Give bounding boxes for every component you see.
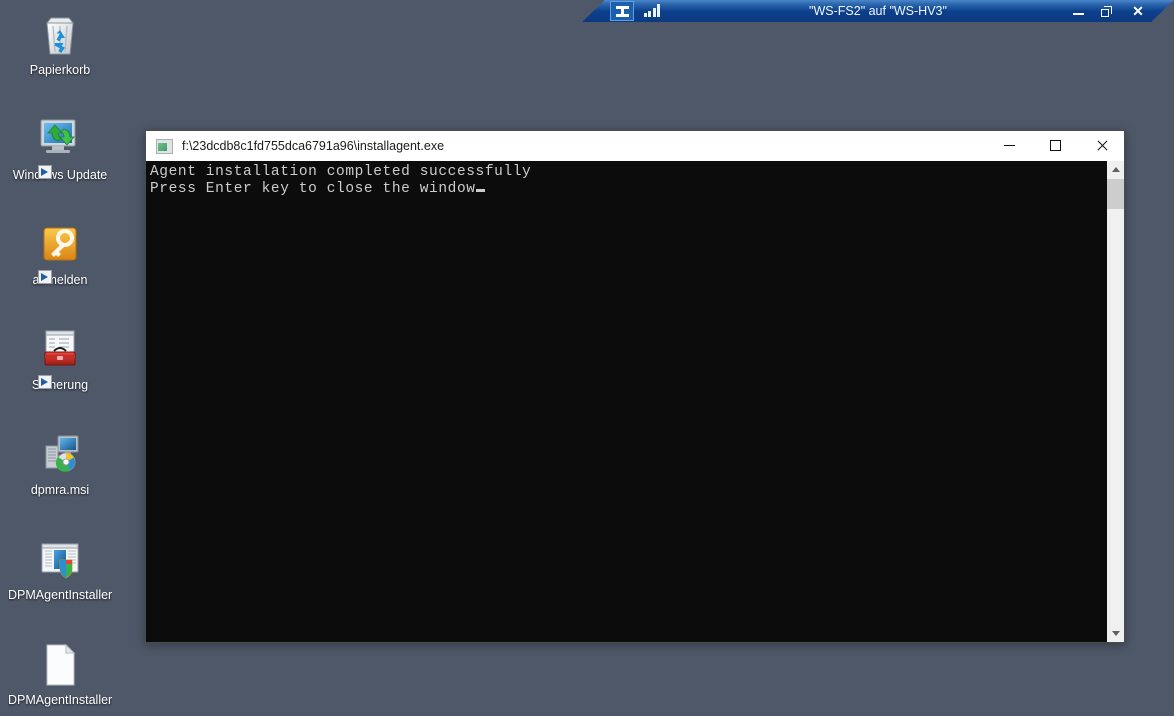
recycle-bin-icon [8, 8, 112, 58]
shortcut-overlay-icon [38, 165, 52, 179]
msi-installer-icon [8, 428, 112, 478]
console-minimize-button[interactable] [987, 131, 1032, 160]
desktop-icon-label: DPMAgentInstaller... [8, 588, 112, 602]
desktop-icon-papierkorb[interactable]: Papierkorb [8, 8, 112, 78]
pin-icon[interactable] [610, 1, 634, 21]
console-close-button[interactable] [1079, 131, 1124, 160]
console-window-icon [156, 138, 173, 154]
shortcut-overlay-icon [38, 270, 52, 284]
connection-bar-close-button[interactable]: ✕ [1124, 0, 1152, 22]
desktop-icon-label: abmelden [32, 273, 88, 287]
connection-bar-minimize-button[interactable] [1064, 0, 1092, 22]
toolbox-backup-icon [8, 323, 112, 389]
blank-document-icon [8, 638, 112, 688]
console-cursor [475, 189, 485, 192]
desktop-icon-label: Sicherung [31, 378, 89, 392]
desktop-icon-windows-update[interactable]: Windows Update [8, 113, 112, 183]
console-maximize-button[interactable] [1033, 131, 1078, 160]
desktop-icon-dpmagentinstaller-exe[interactable]: DPMAgentInstaller... [8, 533, 112, 603]
shield-application-icon [8, 533, 112, 583]
desktop-icon-label: dpmra.msi [30, 483, 90, 497]
scroll-up-icon[interactable] [1107, 161, 1124, 178]
console-output-text: Agent installation completed successfull… [150, 164, 1102, 198]
desktop-icon-dpmagentinstaller-log[interactable]: DPMAgentInstaller... [8, 638, 112, 708]
connection-bar-restore-button[interactable] [1092, 0, 1120, 22]
console-line-2: Press Enter key to close the window [150, 181, 476, 197]
console-window[interactable]: f:\23dcdb8c1fd755dca6791a96\installagent… [145, 130, 1125, 643]
desktop-icon-abmelden[interactable]: abmelden [8, 218, 112, 288]
desktop-icon-sicherung[interactable]: Sicherung [8, 323, 112, 393]
windows-update-icon [8, 113, 112, 179]
console-output-area[interactable]: Agent installation completed successfull… [146, 161, 1124, 642]
scrollbar-thumb[interactable] [1107, 179, 1124, 209]
console-title-bar[interactable]: f:\23dcdb8c1fd755dca6791a96\installagent… [146, 131, 1124, 161]
desktop-icon-label: Papierkorb [29, 63, 91, 77]
console-scrollbar[interactable] [1106, 161, 1124, 642]
desktop-icon-label: Windows Update [12, 168, 108, 182]
vm-connection-bar[interactable]: "WS-FS2" auf "WS-HV3" ✕ [582, 0, 1174, 22]
shortcut-overlay-icon [38, 375, 52, 389]
console-window-title: f:\23dcdb8c1fd755dca6791a96\installagent… [182, 139, 445, 153]
desktop-icon-label: DPMAgentInstaller... [8, 693, 112, 707]
screen: Papierkorb Windows Update abmelden Siche… [0, 0, 1174, 716]
console-line-1: Agent installation completed successfull… [150, 164, 532, 180]
desktop-icon-dpmra-msi[interactable]: dpmra.msi [8, 428, 112, 498]
key-icon [8, 218, 112, 284]
signal-bars-icon [644, 4, 660, 17]
scroll-down-icon[interactable] [1107, 625, 1124, 642]
